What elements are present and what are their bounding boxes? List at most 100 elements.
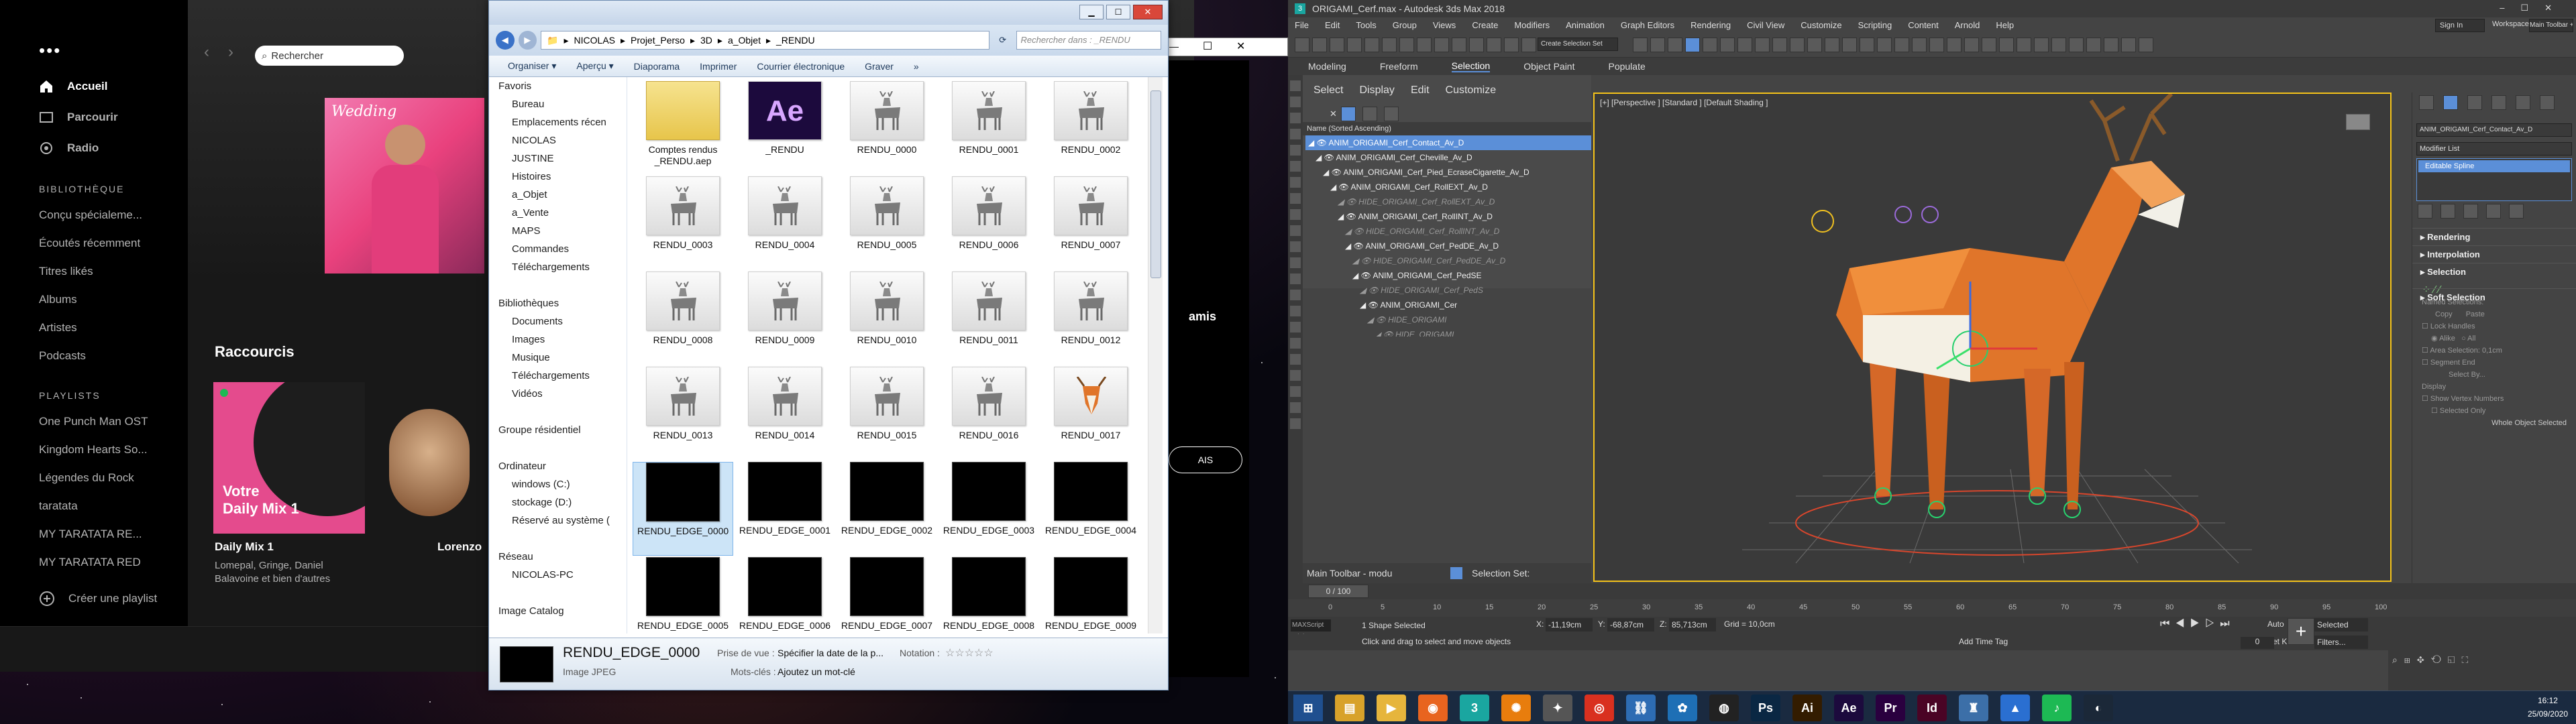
file-item[interactable]: RENDU_EDGE_0007: [837, 557, 937, 638]
search-field[interactable]: Rechercher dans : _RENDU: [1016, 31, 1161, 50]
toolbar-icon[interactable]: [2017, 38, 2031, 52]
expand-icon[interactable]: ◢: [1352, 271, 1361, 280]
menu-item[interactable]: File: [1295, 20, 1309, 30]
library-item[interactable]: Écoutés récemment: [0, 229, 161, 257]
toolbar-icon[interactable]: [1877, 38, 1892, 52]
nav-item[interactable]: Favoris: [489, 77, 627, 95]
forward-icon[interactable]: ▶: [518, 31, 537, 50]
bg-close-icon[interactable]: ✕: [1236, 40, 1245, 53]
toolbar-icon[interactable]: [1330, 38, 1344, 52]
visibility-eye-icon[interactable]: 👁: [1368, 286, 1381, 295]
lock-handles-checkbox[interactable]: ☐ Lock Handles: [2422, 320, 2567, 333]
rollout-header[interactable]: ▸ Rendering: [2412, 228, 2576, 245]
utilities-tab-icon[interactable]: [2540, 95, 2555, 110]
toolbar-icon[interactable]: [1347, 38, 1362, 52]
file-item[interactable]: RENDU_0005: [837, 176, 937, 270]
taskbar-app-icon[interactable]: ▲: [2000, 695, 2030, 721]
file-item[interactable]: RENDU_EDGE_0009: [1040, 557, 1141, 638]
layers-icon[interactable]: [1450, 567, 1462, 579]
file-item[interactable]: RENDU_0004: [735, 176, 835, 270]
visibility-eye-icon[interactable]: 👁: [1346, 197, 1359, 206]
add-time-tag[interactable]: Add Time Tag: [1959, 637, 2008, 646]
time-slider-thumb[interactable]: 0 / 100: [1308, 585, 1368, 598]
breadcrumb-item[interactable]: Projet_Perso: [631, 35, 685, 46]
create-tab-icon[interactable]: [2419, 95, 2434, 110]
toolbar-icon[interactable]: [1825, 38, 1839, 52]
menu-item[interactable]: Civil View: [1747, 20, 1784, 30]
toolbar-button[interactable]: Aperçu ▾: [576, 60, 613, 72]
taskbar-app-icon[interactable]: ◐: [2084, 695, 2113, 721]
scene-row[interactable]: ◢ 👁 ANIM_ORIGAMI_Cerf_PedSE: [1305, 268, 1591, 283]
explorer-tool-icon[interactable]: [1290, 402, 1301, 413]
scene-row[interactable]: ◢ 👁 HIDE_ORIGAMI_Cerf_RollINT_Av_D: [1305, 224, 1591, 239]
toolbar-icon[interactable]: [1703, 38, 1717, 52]
rating-stars-icon[interactable]: ☆☆☆☆☆: [945, 646, 994, 660]
taskbar-app-icon[interactable]: ✿: [1668, 695, 1697, 721]
scene-row[interactable]: ◢ 👁 ANIM_ORIGAMI_Cerf_Contact_Av_D: [1305, 135, 1591, 150]
toolbar-icon[interactable]: [1755, 38, 1770, 52]
expand-icon[interactable]: ◢: [1345, 227, 1354, 236]
breadcrumb-item[interactable]: a_Objet: [728, 35, 761, 46]
artist-avatar[interactable]: [389, 409, 470, 516]
breadcrumb-item[interactable]: _RENDU: [776, 35, 815, 46]
show-result-icon[interactable]: [2440, 204, 2455, 219]
menu-item[interactable]: Views: [1433, 20, 1456, 30]
menu-item[interactable]: Modifiers: [1514, 20, 1550, 30]
explorer-tool-icon[interactable]: [1290, 257, 1301, 268]
expand-icon[interactable]: ◢: [1323, 168, 1332, 177]
scene-row[interactable]: ◢ 👁 HIDE_ORIGAMI_Cerf_PedDE_Av_D: [1305, 253, 1591, 268]
menu-item[interactable]: Tools: [1356, 20, 1376, 30]
toolbar-icon[interactable]: [2051, 38, 2066, 52]
nav-item[interactable]: a_Vente: [489, 204, 627, 222]
toolbar-button[interactable]: Diaporama: [634, 61, 680, 72]
current-frame-field[interactable]: 0: [2241, 637, 2274, 649]
file-item[interactable]: RENDU_0010: [837, 272, 937, 365]
nav-item[interactable]: Téléchargements: [489, 258, 627, 276]
selected-only-checkbox[interactable]: ☐ Selected Only: [2431, 405, 2567, 417]
remove-modifier-icon[interactable]: [2486, 204, 2501, 219]
forward-arrow-icon[interactable]: ›: [228, 43, 233, 62]
library-item[interactable]: Artistes: [0, 314, 161, 342]
maximize-button[interactable]: ☐: [1106, 5, 1130, 19]
toolbar-icon[interactable]: [1947, 38, 1962, 52]
toolbar-icon[interactable]: [1842, 38, 1857, 52]
scene-row[interactable]: ◢ 👁 ANIM_ORIGAMI_Cer: [1305, 298, 1591, 312]
selection-set-dropdown[interactable]: Create Selection Set: [1538, 38, 1618, 51]
taskbar-app-icon[interactable]: Ae: [1834, 695, 1864, 721]
scene-row[interactable]: ◢ 👁 HIDE_ORIGAMI_Cerf_RollEXT_Av_D: [1305, 194, 1591, 209]
details-tags-value[interactable]: Ajoutez un mot-clé: [777, 666, 855, 677]
nav-item[interactable]: Histoires: [489, 168, 627, 186]
nav-item[interactable]: Commandes: [489, 240, 627, 258]
copy-button[interactable]: Copy: [2435, 308, 2453, 320]
expand-icon[interactable]: ◢: [1352, 256, 1361, 265]
toolbar-icon[interactable]: [1860, 38, 1874, 52]
scene-row[interactable]: ◢ 👁 ANIM_ORIGAMI_Cerf_Cheville_Av_D: [1305, 150, 1591, 165]
taskbar-app-icon[interactable]: ⊞: [1293, 695, 1323, 721]
expand-icon[interactable]: ◢: [1330, 182, 1339, 192]
file-item[interactable]: RENDU_EDGE_0004: [1040, 462, 1141, 556]
toolbar-icon[interactable]: [1469, 38, 1484, 52]
visibility-eye-icon[interactable]: 👁: [1361, 256, 1374, 265]
auto-key-label[interactable]: Auto: [2267, 619, 2284, 629]
expand-icon[interactable]: ◢: [1367, 315, 1376, 324]
ribbon-tab[interactable]: Selection: [1451, 60, 1491, 72]
toolbar-icon[interactable]: [1720, 38, 1735, 52]
explorer-tool-icon[interactable]: [1290, 225, 1301, 236]
nav-item[interactable]: Emplacements récen: [489, 113, 627, 131]
file-item[interactable]: Comptes rendus _RENDU.aep: [633, 81, 733, 175]
scene-row[interactable]: ◢ 👁 ANIM_ORIGAMI_Cerf_Pied_EcraseCigaret…: [1305, 165, 1591, 180]
toolbar-icon[interactable]: [2139, 38, 2153, 52]
nav-item[interactable]: Téléchargements: [489, 367, 627, 385]
toolbar-icon[interactable]: [1434, 38, 1449, 52]
toolbar-icon[interactable]: [1521, 38, 1536, 52]
library-item[interactable]: Conçu spécialeme...: [0, 201, 161, 229]
visibility-eye-icon[interactable]: 👁: [1376, 315, 1389, 324]
explorer-tool-icon[interactable]: [1290, 177, 1301, 188]
scrollbar-thumb[interactable]: [1150, 90, 1161, 278]
menu-item[interactable]: Customize: [1801, 20, 1841, 30]
clock[interactable]: 16:12 25/09/2020: [2528, 694, 2568, 721]
toolbar-icon[interactable]: [1633, 38, 1648, 52]
key-filters-button[interactable]: Filters...: [2314, 636, 2368, 649]
explorer-tool-icon[interactable]: [1290, 274, 1301, 284]
explorer-tool-icon[interactable]: [1290, 145, 1301, 156]
